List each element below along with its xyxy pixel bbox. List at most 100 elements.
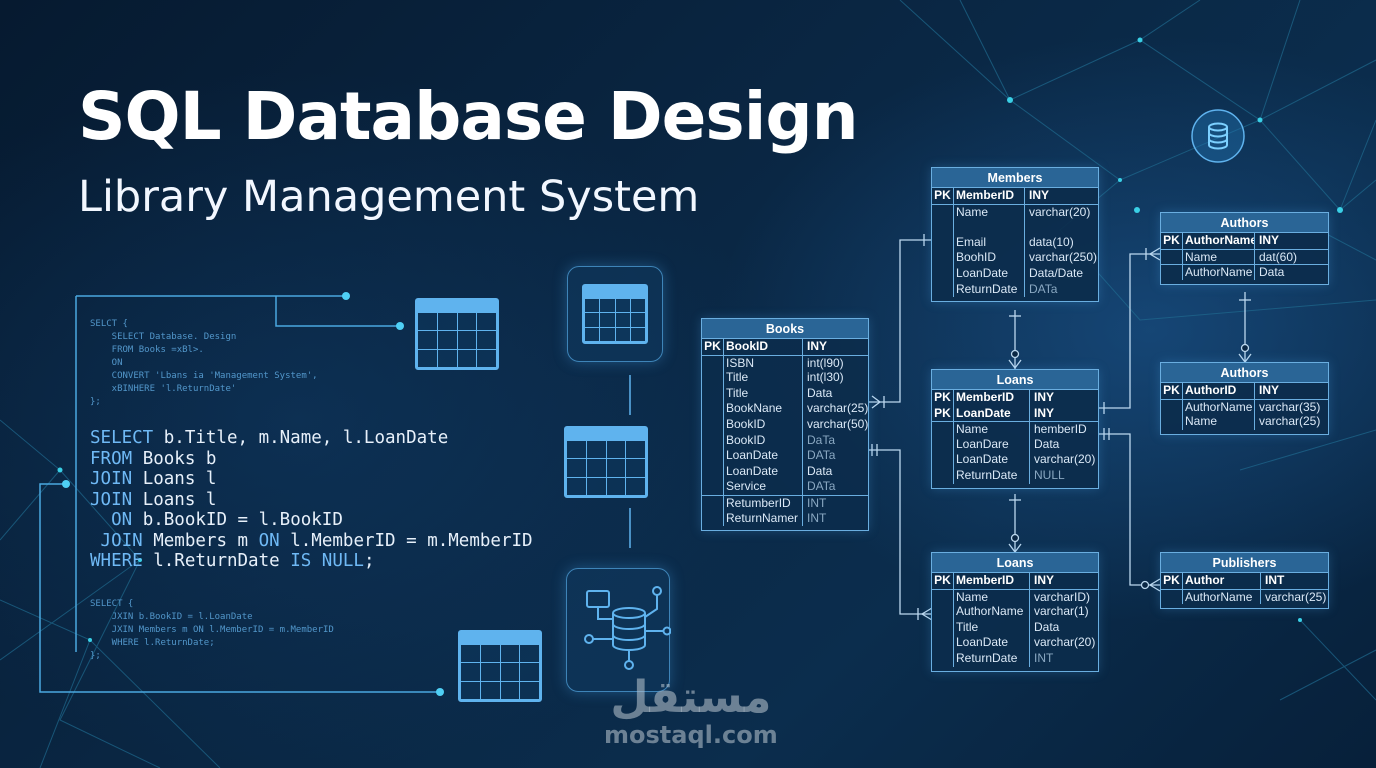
er-column-name: AuthorName <box>1183 265 1255 280</box>
er-table-name: Authors <box>1161 213 1328 233</box>
er-key-marker <box>932 219 954 235</box>
er-key-marker <box>702 416 724 433</box>
er-column-type: DATa <box>1029 281 1058 296</box>
er-table-padding <box>1161 604 1328 608</box>
watermark: مستقل mostaql.com <box>604 676 778 750</box>
code-line: JOIN Loans l <box>90 490 533 511</box>
er-column-type: INT <box>1265 573 1285 587</box>
er-key-row: PK LoanDate INY <box>932 405 1098 422</box>
er-key-marker: PK <box>932 405 954 422</box>
er-column-row: LoanDare Data <box>932 436 1098 453</box>
page-title: SQL Database Design <box>78 78 859 155</box>
er-column-type: hemberID <box>1034 422 1087 437</box>
er-key-row: PK MemberID INY <box>932 390 1098 406</box>
code-line: FROM Books b <box>90 449 533 470</box>
er-key-marker <box>1161 589 1183 605</box>
er-column-name: MemberID <box>954 188 1025 204</box>
er-key-marker <box>702 401 724 417</box>
er-column-type: INY <box>807 339 828 353</box>
er-key-marker: PK <box>702 339 724 355</box>
er-key-marker <box>702 448 724 464</box>
code-line: ON <box>90 358 123 368</box>
er-column-type: Data <box>807 463 833 478</box>
er-column-type: varchar(35) <box>1259 399 1321 414</box>
watermark-domain: mostaql.com <box>604 721 778 749</box>
er-key-marker <box>932 265 954 282</box>
er-column-name: Email <box>954 234 1025 251</box>
er-key-row: PK MemberID INY <box>932 573 1098 589</box>
er-column-row: Title Data <box>932 619 1098 636</box>
er-column-name: MemberID <box>954 390 1030 406</box>
code-line: FROM Books =xBl>. <box>90 345 204 355</box>
code-line: }; <box>90 397 101 407</box>
er-key-marker <box>1161 249 1183 265</box>
er-column-type: INY <box>1034 573 1055 587</box>
er-column-row: LoanDate Data <box>702 463 868 480</box>
er-key-marker <box>702 370 724 386</box>
er-column-row: BookID varchar(50) <box>702 416 868 433</box>
er-column-name: MemberID <box>954 573 1030 589</box>
table-grid-icon <box>458 630 542 702</box>
er-key-row: PK AuthorID INY <box>1161 383 1328 399</box>
table-grid-icon <box>564 426 648 498</box>
er-column-name: AuthorName <box>1183 399 1255 415</box>
er-column-row: LoanDate varchar(20) <box>932 452 1098 468</box>
er-column-name: ReturnDate <box>954 650 1030 667</box>
er-key-marker <box>932 650 954 667</box>
er-column-name: LoanDate <box>954 265 1025 282</box>
er-column-row: BookNane varchar(25) <box>702 401 868 417</box>
er-column-type: varcharID) <box>1034 589 1091 604</box>
er-column-type: INT <box>807 495 827 510</box>
sql-text: l.ReturnDate <box>142 551 291 571</box>
er-column-type: DaTa <box>807 432 836 447</box>
sql-keyword: FROM <box>90 448 133 469</box>
er-column-type: int(l90) <box>807 355 844 370</box>
er-column-name: LoanDate <box>724 463 803 480</box>
er-table-books: Books PK BookID INY ISBN int(l90) Title int(l30… <box>701 318 869 532</box>
er-column-row: Service DATa <box>702 479 868 495</box>
sql-text: Members m <box>142 530 259 551</box>
er-table-name: Books <box>702 319 868 339</box>
er-column-name: Name <box>954 589 1030 605</box>
code-line: JOIN Members m ON l.MemberID = m.MemberI… <box>90 531 533 552</box>
er-column-name: Title <box>954 619 1030 636</box>
sql-text: Loans l <box>132 489 217 510</box>
er-column-name: BookID <box>724 416 803 433</box>
er-table-padding <box>702 526 868 530</box>
er-column-row: AuthorName varchar(25) <box>1161 588 1328 605</box>
er-table-loans-secondary: Loans PK MemberID INY Name varcharID) AuthorNa… <box>931 552 1099 672</box>
er-column-type: varchar(20) <box>1034 635 1096 650</box>
er-column-name: BookID <box>724 339 803 355</box>
er-column-name: LoanDate <box>954 405 1030 422</box>
er-key-marker <box>702 463 724 480</box>
er-column-name: ReturnDate <box>954 281 1025 298</box>
er-column-name: LoanDate <box>954 635 1030 651</box>
er-column-row: ReturnDate DATa <box>932 281 1098 298</box>
code-line: xBINHERE 'l.ReturnDate' <box>90 384 237 394</box>
er-column-type: NULL <box>1034 467 1065 482</box>
er-column-name: LoanDate <box>954 452 1030 468</box>
er-column-type: INY <box>1259 383 1280 397</box>
er-table-padding <box>932 484 1098 488</box>
er-key-marker <box>932 436 954 453</box>
table-grid-icon <box>415 298 499 370</box>
er-column-name <box>954 219 1025 235</box>
er-column-row: Name hemberID <box>932 421 1098 437</box>
sql-keyword: SELECT <box>90 428 154 448</box>
er-key-marker <box>1161 265 1183 280</box>
er-table-name: Authors <box>1161 363 1328 383</box>
er-column-name: AuthorID <box>1183 383 1255 399</box>
er-column-row: Email data(10) <box>932 234 1098 251</box>
code-line: SELECT Database. Design <box>90 332 237 342</box>
er-column-name: Name <box>1183 249 1255 265</box>
code-line: WHERE l.ReturnDate IS NULL; <box>90 551 533 572</box>
er-key-marker <box>702 510 724 527</box>
er-column-name: LoanDate <box>724 448 803 464</box>
er-key-marker <box>932 234 954 251</box>
er-key-marker: PK <box>932 188 954 204</box>
sql-keyword: ON <box>258 530 280 551</box>
er-key-marker <box>932 635 954 651</box>
table-grid-icon <box>582 284 648 344</box>
er-table-padding <box>932 297 1098 301</box>
